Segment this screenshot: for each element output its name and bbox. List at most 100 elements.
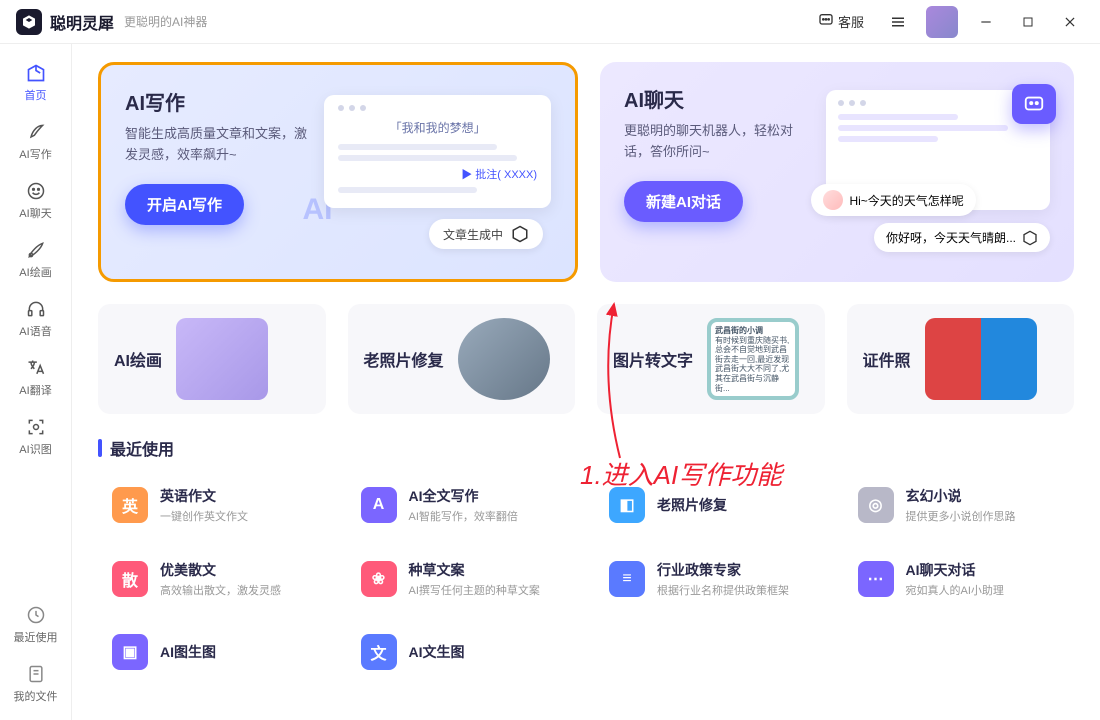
recent-item-sub: 宛如真人的AI小助理 [906, 582, 1004, 598]
recent-item[interactable]: 文 AI文生图 [347, 622, 578, 682]
nav-label: AI聊天 [19, 205, 51, 221]
close-button[interactable] [1056, 8, 1084, 36]
start-ai-write-button[interactable]: 开启AI写作 [125, 184, 244, 225]
recent-item-icon: ≡ [609, 561, 645, 597]
feature-title: 证件照 [863, 347, 911, 371]
feature-thumbnail [925, 318, 1037, 400]
feature-img-to-text[interactable]: 图片转文字 武昌街的小调 有时候到重庆随买书,总会不自觉地到武昌街去走一回,最近… [597, 304, 825, 414]
nav-label: 首页 [25, 87, 47, 103]
recent-item-icon: ▣ [112, 634, 148, 670]
recent-item-sub: 高效输出散文，激发灵感 [160, 582, 281, 598]
recent-item-title: 优美散文 [160, 560, 281, 580]
main-content: AI写作 智能生成高质量文章和文案，激发灵感，效率飙升~ 开启AI写作 AI 「… [72, 44, 1100, 720]
feature-title: AI绘画 [114, 347, 162, 371]
nav-recent[interactable]: 最近使用 [6, 598, 66, 651]
feature-photo-restore[interactable]: 老照片修复 [348, 304, 576, 414]
app-logo-icon [16, 9, 42, 35]
app-name: 聪明灵犀 [50, 10, 114, 34]
minimize-button[interactable] [972, 8, 1000, 36]
recent-item[interactable]: 英 英语作文 一键创作英文作文 [98, 474, 329, 536]
message-float-icon [1012, 84, 1056, 124]
recent-item[interactable]: ◧ 老照片修复 [595, 474, 826, 536]
recent-item-title: 行业政策专家 [657, 560, 789, 580]
recent-item-title: AI全文写作 [409, 486, 518, 506]
feature-cards-row: AI绘画 老照片修复 图片转文字 武昌街的小调 有时候到重庆随买书,总会不自觉地… [98, 304, 1074, 414]
section-bar-icon [98, 439, 102, 457]
feature-title: 老照片修复 [364, 347, 444, 371]
translate-icon [25, 357, 47, 379]
hero-ai-chat-card[interactable]: AI聊天 更聪明的聊天机器人，轻松对话，答你所问~ 新建AI对话 [600, 62, 1074, 282]
sidebar: 首页 AI写作 AI聊天 AI绘画 AI语音 AI翻译 AI识图 最 [0, 44, 72, 720]
recent-item[interactable]: 散 优美散文 高效输出散文，激发灵感 [98, 548, 329, 610]
nav-ai-chat[interactable]: AI聊天 [6, 174, 66, 227]
recent-item[interactable]: ≡ 行业政策专家 根据行业名称提供政策框架 [595, 548, 826, 610]
recent-item-title: 玄幻小说 [906, 486, 1016, 506]
recent-item-icon: A [361, 487, 397, 523]
app-tagline: 更聪明的AI神器 [124, 13, 207, 30]
nav-ai-paint[interactable]: AI绘画 [6, 233, 66, 286]
recent-item-icon: 文 [361, 634, 397, 670]
recent-item-icon: ⋯ [858, 561, 894, 597]
mock-editor-window: 「我和我的梦想」 ▶ 批注( XXXX) [324, 95, 551, 208]
nav-label: AI识图 [19, 441, 51, 457]
clock-icon [25, 604, 47, 626]
nav-label: AI绘画 [19, 264, 51, 280]
new-ai-chat-button[interactable]: 新建AI对话 [624, 181, 743, 222]
nav-ai-write[interactable]: AI写作 [6, 115, 66, 168]
nav-label: AI语音 [19, 323, 51, 339]
home-icon [25, 62, 47, 84]
nav-home[interactable]: 首页 [6, 56, 66, 109]
feature-id-photo[interactable]: 证件照 [847, 304, 1075, 414]
nav-label: 最近使用 [14, 629, 58, 645]
recent-item-icon: 英 [112, 487, 148, 523]
recent-item-title: AI图生图 [160, 642, 216, 662]
feather-icon [25, 121, 47, 143]
nav-label: AI翻译 [19, 382, 51, 398]
maximize-button[interactable] [1014, 8, 1042, 36]
feature-ai-paint[interactable]: AI绘画 [98, 304, 326, 414]
file-icon [25, 663, 47, 685]
recent-item-icon: ◎ [858, 487, 894, 523]
nav-ai-ocr[interactable]: AI识图 [6, 410, 66, 463]
feature-thumbnail [176, 318, 268, 400]
headphone-icon [25, 298, 47, 320]
recent-item[interactable]: ◎ 玄幻小说 提供更多小说创作思路 [844, 474, 1075, 536]
recent-item-title: 老照片修复 [657, 495, 727, 515]
support-label: 客服 [838, 12, 864, 31]
hamburger-menu-button[interactable] [884, 8, 912, 36]
nav-label: 我的文件 [14, 688, 58, 704]
recent-item[interactable]: ▣ AI图生图 [98, 622, 329, 682]
nav-ai-voice[interactable]: AI语音 [6, 292, 66, 345]
mock-title: 「我和我的梦想」 [338, 119, 537, 136]
support-button[interactable]: 客服 [812, 8, 870, 35]
scan-icon [25, 416, 47, 438]
smile-icon [25, 180, 47, 202]
hero-desc: 智能生成高质量文章和文案，激发灵感，效率飙升~ [125, 124, 312, 166]
recent-item-sub: 根据行业名称提供政策框架 [657, 582, 789, 598]
generation-status: 文章生成中 [429, 219, 543, 249]
user-avatar[interactable] [926, 6, 958, 38]
recent-item-sub: 提供更多小说创作思路 [906, 508, 1016, 524]
nav-label: AI写作 [19, 146, 51, 162]
recent-item-title: 种草文案 [409, 560, 540, 580]
titlebar: 聪明灵犀 更聪明的AI神器 客服 [0, 0, 1100, 44]
hero-title: AI写作 [125, 87, 312, 116]
feature-title: 图片转文字 [613, 347, 693, 371]
recent-item-sub: 一键创作英文作文 [160, 508, 248, 524]
nav-my-files[interactable]: 我的文件 [6, 657, 66, 710]
recent-item-icon: ◧ [609, 487, 645, 523]
hero-desc: 更聪明的聊天机器人，轻松对话，答你所问~ [624, 121, 811, 163]
recent-item[interactable]: ❀ 种草文案 AI撰写任何主题的种草文案 [347, 548, 578, 610]
feature-thumbnail: 武昌街的小调 有时候到重庆随买书,总会不自觉地到武昌街去走一回,最近发现武昌街大… [707, 318, 799, 400]
recent-item-title: 英语作文 [160, 486, 248, 506]
recent-item-icon: ❀ [361, 561, 397, 597]
feature-thumbnail [458, 318, 550, 400]
nav-ai-translate[interactable]: AI翻译 [6, 351, 66, 404]
mock-anno: ▶ 批注( XXXX) [338, 166, 537, 182]
recent-item[interactable]: ⋯ AI聊天对话 宛如真人的AI小助理 [844, 548, 1075, 610]
recent-grid: 英 英语作文 一键创作英文作文 A AI全文写作 AI智能写作，效率翻倍 ◧ 老… [98, 474, 1074, 682]
recent-item-title: AI聊天对话 [906, 560, 1004, 580]
hero-ai-write-card[interactable]: AI写作 智能生成高质量文章和文案，激发灵感，效率飙升~ 开启AI写作 AI 「… [98, 62, 578, 282]
recent-item[interactable]: A AI全文写作 AI智能写作，效率翻倍 [347, 474, 578, 536]
recent-item-sub: AI智能写作，效率翻倍 [409, 508, 518, 524]
